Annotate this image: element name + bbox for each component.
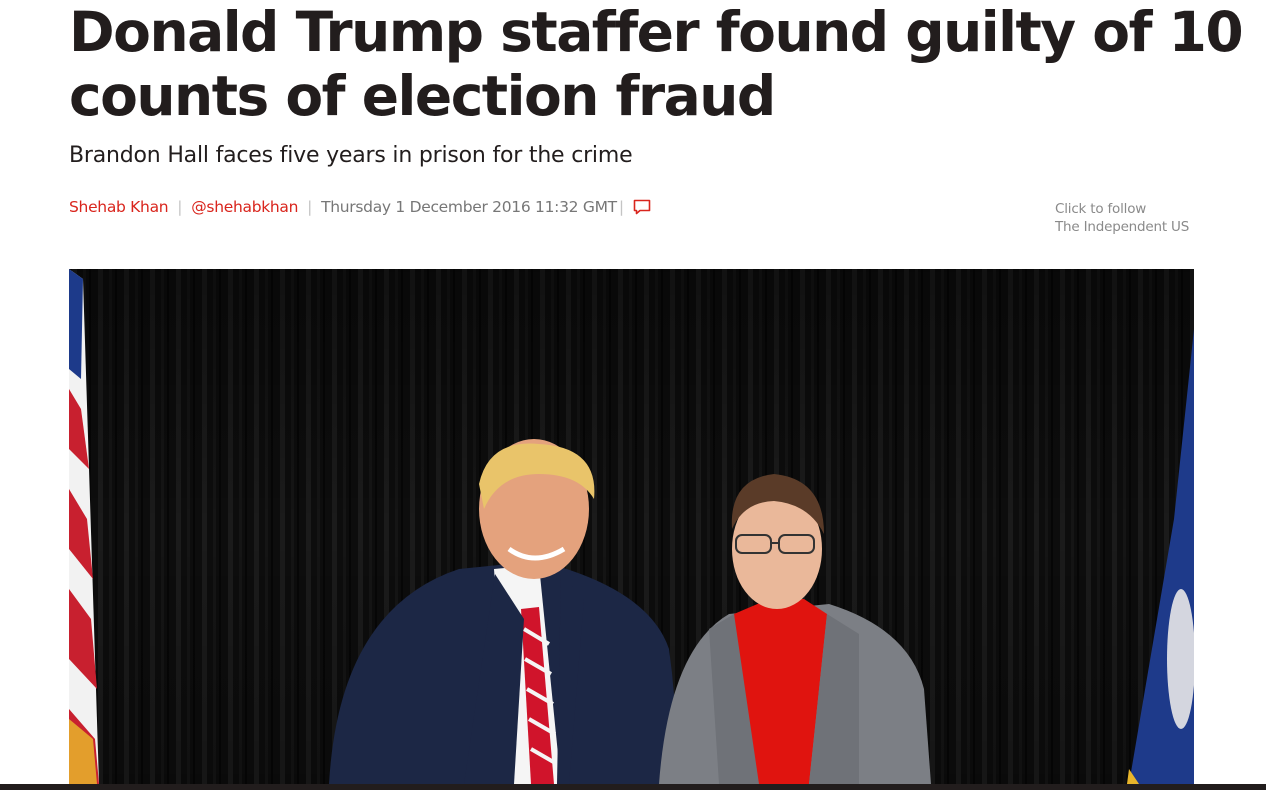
standfirst: Brandon Hall faces five years in prison … [69, 143, 633, 168]
follow-line-1: Click to follow [1055, 201, 1147, 217]
byline-separator: | [307, 198, 313, 216]
publish-date: Thursday 1 December 2016 11:32 GMT [321, 198, 617, 216]
follow-line-2: The Independent US [1055, 219, 1190, 235]
follow-button[interactable]: Click to follow The Independent US [1055, 200, 1189, 236]
byline-separator: | [618, 198, 624, 216]
article-photo [69, 269, 1194, 784]
headline-line-2: counts of election fraud [69, 64, 776, 128]
author-link[interactable]: Shehab Khan [69, 198, 169, 216]
headline-line-1: Donald Trump staffer found guilty of 10 [69, 0, 1244, 64]
byline-separator: | [177, 198, 183, 216]
byline: Shehab Khan | @shehabkhan | Thursday 1 D… [69, 196, 652, 218]
headline: Donald Trump staffer found guilty of 10 … [69, 0, 1244, 128]
bottom-bar [0, 784, 1266, 790]
twitter-handle-link[interactable]: @shehabkhan [191, 198, 298, 216]
comment-icon[interactable] [632, 197, 652, 217]
